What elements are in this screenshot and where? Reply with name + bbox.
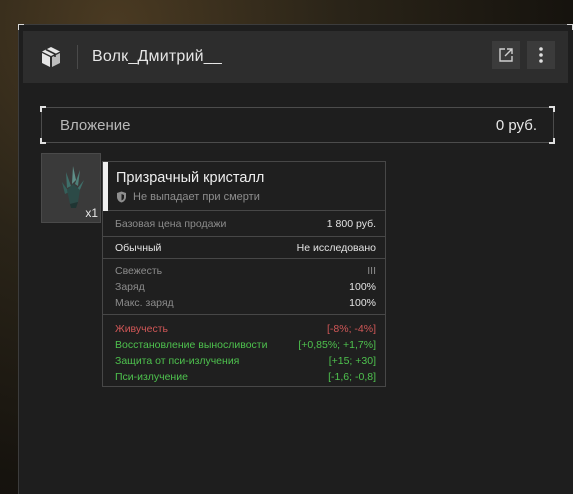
effect-row: Защита от пси-излучения [+15; +30]: [103, 353, 385, 369]
price-section: Базовая цена продажи 1 800 руб.: [103, 211, 385, 237]
more-button[interactable]: [527, 41, 555, 69]
item-subtitle: Не выпадает при смерти: [116, 191, 260, 203]
stat-row: Заряд 100%: [103, 279, 385, 295]
effect-value: [+0,85%; +1,7%]: [298, 339, 376, 351]
item-name: Призрачный кристалл: [116, 170, 265, 186]
stat-value: III: [367, 264, 376, 277]
effect-row: Пси-излучение [-1,6; -0,8]: [103, 369, 385, 385]
rarity-label: Обычный: [115, 241, 162, 254]
investment-label: Вложение: [60, 116, 131, 134]
effect-value: [-1,6; -0,8]: [328, 371, 376, 383]
stat-label: Заряд: [115, 280, 145, 293]
trade-window: Волк_Дмитрий__ Вложение 0 руб. x1 Призра…: [18, 24, 573, 494]
item-quantity: x1: [85, 206, 98, 220]
more-vertical-icon: [539, 47, 543, 63]
effect-label: Живучесть: [115, 323, 168, 335]
investment-value: 0 руб.: [495, 116, 537, 134]
stats-section: Свежесть III Заряд 100% Макс. заряд 100%: [103, 259, 385, 315]
rarity-bar: [103, 162, 108, 211]
base-price-value: 1 800 руб.: [326, 217, 376, 230]
shield-icon: [117, 191, 126, 203]
header-divider: [77, 45, 78, 69]
effect-row: Восстановление выносливости [+0,85%; +1,…: [103, 337, 385, 353]
effect-value: [+15; +30]: [328, 355, 376, 367]
stat-label: Макс. заряд: [115, 296, 174, 309]
base-price-label: Базовая цена продажи: [115, 217, 227, 230]
research-status: Не исследовано: [296, 241, 376, 254]
item-slot[interactable]: x1: [41, 153, 101, 223]
stat-row: Макс. заряд 100%: [103, 295, 385, 311]
stat-value: 100%: [349, 280, 376, 293]
external-link-icon: [499, 48, 513, 62]
stat-value: 100%: [349, 296, 376, 309]
investment-field: Вложение 0 руб.: [40, 106, 555, 144]
external-link-button[interactable]: [492, 41, 520, 69]
window-title: Волк_Дмитрий__: [92, 48, 222, 65]
effect-row: Живучесть [-8%; -4%]: [103, 321, 385, 337]
tooltip-header: Призрачный кристалл Не выпадает при смер…: [103, 162, 385, 211]
effect-label: Пси-излучение: [115, 371, 188, 383]
rarity-section: Обычный Не исследовано: [103, 237, 385, 259]
effects-section: Живучесть [-8%; -4%] Восстановление выно…: [103, 315, 385, 385]
item-subtitle-text: Не выпадает при смерти: [133, 191, 260, 203]
item-tooltip: Призрачный кристалл Не выпадает при смер…: [102, 161, 386, 387]
window-corner: [18, 24, 24, 30]
effect-value: [-8%; -4%]: [326, 323, 376, 335]
effect-label: Восстановление выносливости: [115, 339, 268, 351]
crystal-icon: [62, 166, 84, 208]
effect-label: Защита от пси-излучения: [115, 355, 240, 367]
box-icon: [37, 43, 65, 71]
stat-label: Свежесть: [115, 264, 163, 277]
window-header: Волк_Дмитрий__: [23, 31, 568, 83]
stat-row: Свежесть III: [103, 263, 385, 279]
window-corner: [567, 24, 573, 30]
